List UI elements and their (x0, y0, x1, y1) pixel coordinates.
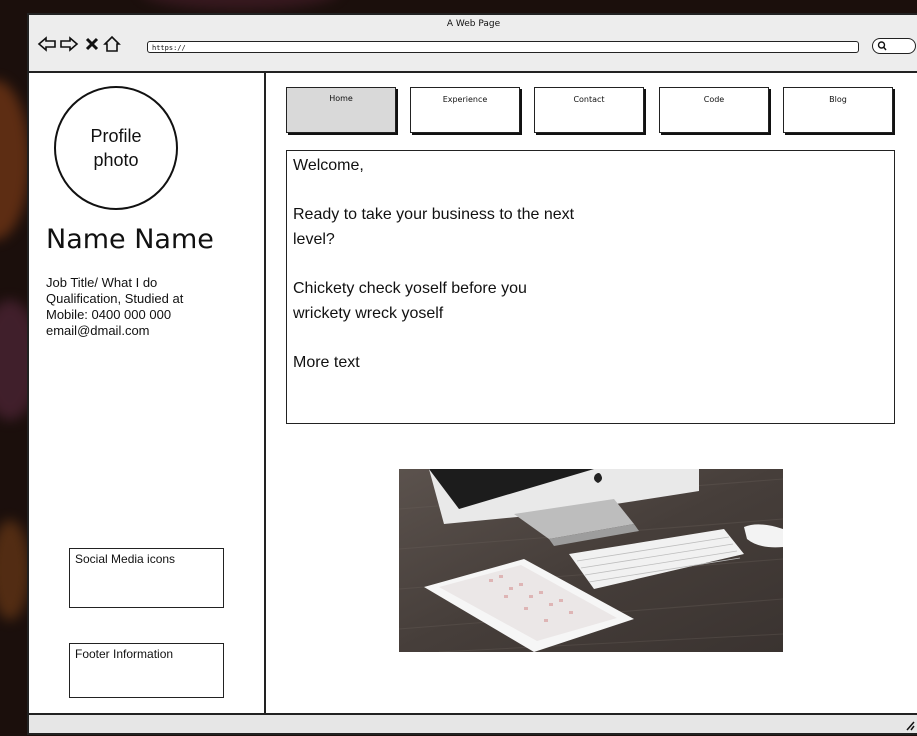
home-icon[interactable] (102, 35, 122, 53)
browser-window: A Web Page https:// Profile photo Name N… (27, 13, 917, 735)
address-bar[interactable]: https:// (147, 41, 859, 53)
content-box: Welcome, Ready to take your business to … (286, 150, 895, 424)
main-area: Home Experience Contact Code Blog Welcom… (266, 73, 917, 713)
tab-code[interactable]: Code (659, 87, 769, 133)
search-icon (877, 38, 887, 55)
email-address[interactable]: email@dmail.com (46, 323, 256, 339)
forward-arrow-icon[interactable] (59, 35, 79, 53)
sidebar: Profile photo Name Name Job Title/ What … (29, 73, 266, 713)
status-bar (29, 713, 917, 733)
back-arrow-icon[interactable] (37, 35, 57, 53)
window-title: A Web Page (446, 19, 501, 29)
search-field[interactable] (872, 38, 916, 54)
content-line: Chickety check yoself before you (293, 280, 527, 297)
greeting-text: Welcome, (293, 157, 364, 174)
browser-chrome: A Web Page https:// (29, 15, 917, 73)
content-line: Ready to take your business to the next (293, 206, 575, 223)
profile-info: Job Title/ What I do Qualification, Stud… (46, 275, 256, 339)
tab-blog[interactable]: Blog (783, 87, 893, 133)
tab-contact[interactable]: Contact (534, 87, 644, 133)
profile-photo: Profile photo (54, 86, 178, 210)
close-icon[interactable] (82, 35, 102, 53)
footer-info-box: Footer Information (69, 643, 224, 698)
content-line: wrickety wreck yoself (293, 305, 444, 322)
background-glow (0, 80, 30, 240)
background-glow (0, 520, 30, 620)
background-glow (140, 0, 340, 10)
qualification: Qualification, Studied at (46, 291, 184, 306)
profile-name: Name Name (46, 224, 214, 255)
job-title: Job Title/ What I do (46, 275, 158, 290)
tab-experience[interactable]: Experience (410, 87, 520, 133)
resize-grip-icon[interactable] (904, 717, 916, 736)
content-line: level? (293, 231, 335, 248)
desk-photo (399, 469, 783, 652)
tab-home[interactable]: Home (286, 87, 396, 133)
social-media-box[interactable]: Social Media icons (69, 548, 224, 608)
content-line: More text (293, 354, 360, 371)
profile-photo-label: Profile photo (90, 126, 142, 170)
mobile-number: Mobile: 0400 000 000 (46, 307, 172, 322)
